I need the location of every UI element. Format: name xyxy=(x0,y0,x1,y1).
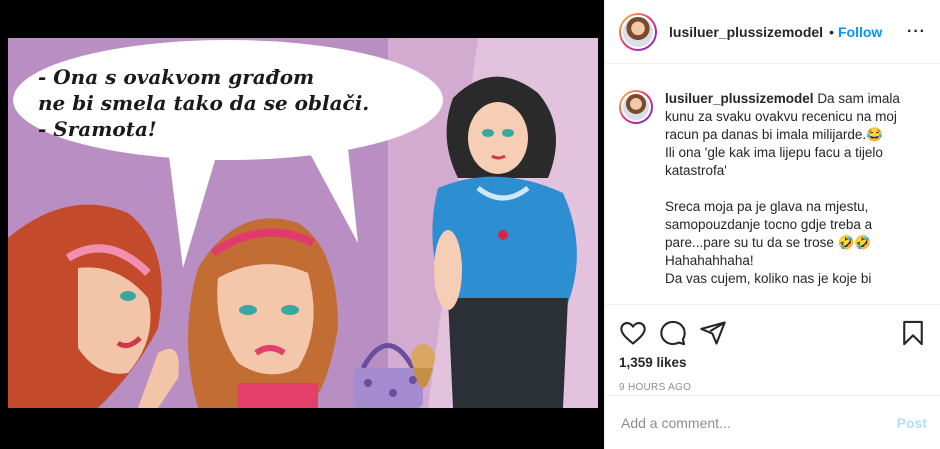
caption-line: racun pa danas bi imala milijarde.😂 xyxy=(665,127,883,142)
comment-icon[interactable] xyxy=(659,319,687,347)
comment-input[interactable] xyxy=(621,414,897,431)
caption-line: pare...pare su tu da se trose 🤣🤣 xyxy=(665,235,872,250)
bookmark-icon[interactable] xyxy=(899,319,927,347)
speech-line: - Sramota! xyxy=(38,117,157,141)
speech-line: - Ona s ovakvom građom xyxy=(38,65,315,89)
caption-line: Ili ona 'gle kak ima lijepu facu a tijel… xyxy=(665,145,883,160)
more-options-icon[interactable]: ··· xyxy=(907,23,926,41)
add-comment-bar: Post xyxy=(605,395,940,449)
speech-bubble-text: - Ona s ovakvom građom ne bi smela tako … xyxy=(38,64,418,142)
post-timestamp[interactable]: 9 HOURS AGO xyxy=(619,382,927,393)
username-link[interactable]: lusiluer_plussizemodel xyxy=(669,24,823,40)
caption-line: Da vas cujem, koliko nas je koje bi xyxy=(665,271,872,286)
avatar[interactable] xyxy=(619,90,653,124)
caption-username[interactable]: lusiluer_plussizemodel xyxy=(665,91,814,106)
actions-bar: 1,359 likes 9 HOURS AGO xyxy=(605,304,940,393)
action-icons xyxy=(619,313,927,353)
likes-count[interactable]: 1,359 likes xyxy=(619,355,927,370)
post-header: lusiluer_plussizemodel • Follow ··· xyxy=(605,0,940,64)
caption-line: katastrofa' xyxy=(665,163,727,178)
post-comment-button[interactable]: Post xyxy=(897,415,927,431)
caption-line: samopouzdanje tocno gdje treba a xyxy=(665,217,873,232)
caption-line: Sreca moja pa je glava na mjestu, xyxy=(665,199,869,214)
caption-text: lusiluer_plussizemodel Da sam imala kunu… xyxy=(665,90,900,288)
caption-line: Da sam imala xyxy=(817,91,900,106)
comments-section[interactable]: lusiluer_plussizemodel Da sam imala kunu… xyxy=(605,76,940,290)
post-image[interactable]: - Ona s ovakvom građom ne bi smela tako … xyxy=(8,38,598,408)
avatar[interactable] xyxy=(619,12,657,51)
share-icon[interactable] xyxy=(699,319,727,347)
post-media-area: - Ona s ovakvom građom ne bi smela tako … xyxy=(0,0,604,449)
caption-row: lusiluer_plussizemodel Da sam imala kunu… xyxy=(619,90,927,288)
speech-line: ne bi smela tako da se oblači. xyxy=(38,91,370,115)
caption-line: Hahahahhaha! xyxy=(665,253,754,268)
post-side-panel: lusiluer_plussizemodel • Follow ··· lusi… xyxy=(604,0,940,449)
follow-button[interactable]: Follow xyxy=(838,24,882,40)
separator-dot: • xyxy=(829,23,834,40)
caption-line: kunu za svaku ovakvu recenicu na moj xyxy=(665,109,897,124)
heart-icon[interactable] xyxy=(619,319,647,347)
